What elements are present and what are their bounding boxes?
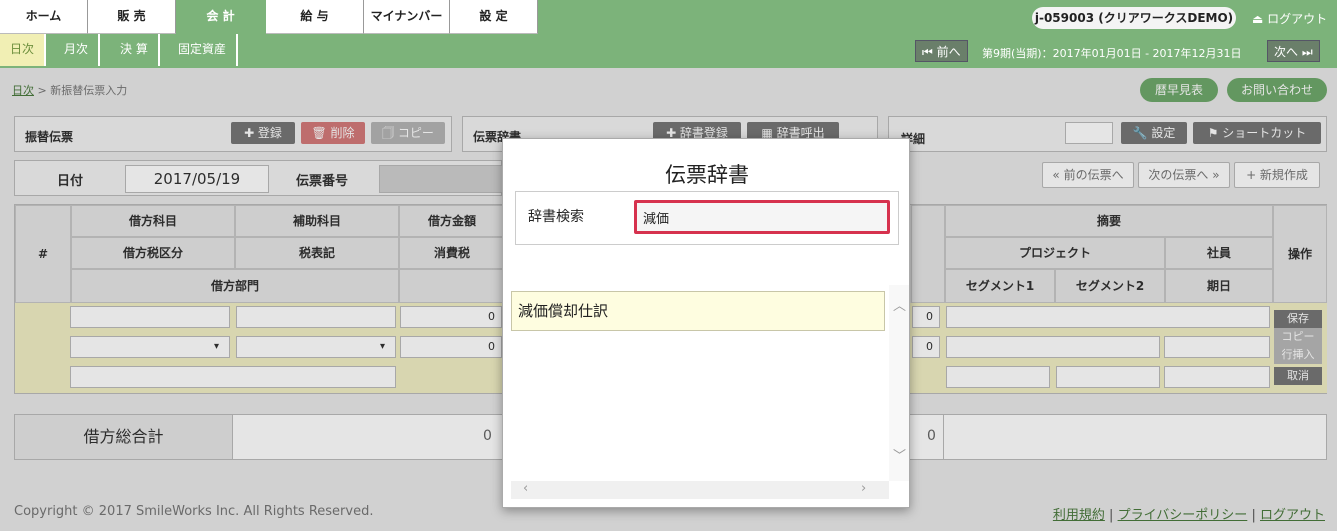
subtab-daily[interactable]: 日次 — [0, 34, 47, 66]
top-nav: ホーム 販 売 会 計 給 与 マイナンバー 設 定 j-059003 (クリア… — [0, 0, 1337, 34]
tab-sales[interactable]: 販 売 — [88, 0, 176, 34]
dictionary-modal: 伝票辞書 辞書検索 減価償却仕訳 ︿ ﹀ ‹ › — [502, 138, 910, 508]
eject-icon: ⏏ — [1252, 12, 1264, 26]
tab-home[interactable]: ホーム — [0, 0, 88, 34]
result-list: 減価償却仕訳 ︿ ﹀ ‹ › — [511, 285, 909, 499]
chevron-right-icon[interactable]: › — [861, 481, 866, 496]
dictionary-search-box: 辞書検索 — [515, 191, 899, 245]
tab-settings[interactable]: 設 定 — [450, 0, 538, 34]
user-badge[interactable]: j-059003 (クリアワークスDEMO) — [1032, 7, 1236, 29]
subtab-closing[interactable]: 決 算 — [110, 34, 160, 66]
tab-mynumber[interactable]: マイナンバー — [364, 0, 450, 34]
tab-accounting[interactable]: 会 計 — [176, 0, 266, 34]
subtab-fixed-assets[interactable]: 固定資産 — [168, 34, 239, 66]
list-item[interactable]: 減価償却仕訳 — [511, 291, 885, 331]
chevron-down-icon[interactable]: ﹀ — [893, 445, 906, 464]
logout-link[interactable]: ⏏ ログアウト — [1252, 10, 1327, 27]
chevron-up-icon[interactable]: ︿ — [893, 295, 906, 314]
prev-period-button[interactable]: ⏮ 前へ — [915, 40, 968, 62]
modal-title: 伝票辞書 — [665, 163, 749, 187]
vertical-scrollbar[interactable]: ︿ ﹀ — [889, 285, 909, 481]
next-period-button[interactable]: 次へ ⏭ — [1267, 40, 1320, 62]
sub-nav: 日次 月次 決 算 固定資産 ⏮ 前へ 第9期(当期)：2017年01月01日 … — [0, 34, 1337, 68]
subtab-monthly[interactable]: 月次 — [54, 34, 101, 66]
tab-payroll[interactable]: 給 与 — [266, 0, 364, 34]
dictionary-search-input[interactable] — [634, 200, 890, 234]
search-label: 辞書検索 — [528, 209, 584, 225]
horizontal-scrollbar[interactable]: ‹ › — [511, 481, 889, 499]
period-label: 第9期(当期)：2017年01月01日 - 2017年12月31日 — [982, 47, 1242, 60]
chevron-left-icon[interactable]: ‹ — [523, 481, 528, 496]
